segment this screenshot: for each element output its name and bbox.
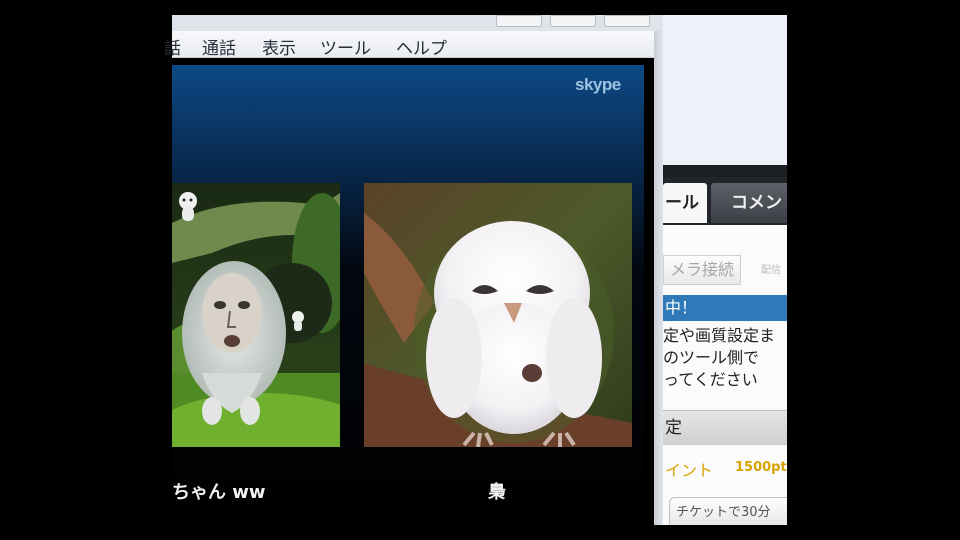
- menu-item-conversation[interactable]: 話: [164, 34, 181, 59]
- participant-name-right: 梟: [488, 482, 506, 503]
- status-bar: 中！: [663, 295, 787, 321]
- menu-bar: 話 通話 表示 ツール ヘルプ: [164, 31, 654, 59]
- screen-capture-frame: 話 通話 表示 ツール ヘルプ skype ちゃん ww 梟 ール コメン メラ…: [120, 15, 840, 525]
- title-bar-button[interactable]: [496, 15, 542, 27]
- notice-line: ってください: [663, 370, 758, 389]
- points-row: イント 1500pt: [663, 457, 787, 483]
- notice-line: のツール側で: [663, 348, 760, 367]
- settings-header: 定: [663, 410, 787, 445]
- step-camera-connect[interactable]: メラ接続: [663, 255, 742, 285]
- tool-panel: メラ接続 配信 中！ 定や画質設定ま のツール側で ってください 定 イント 1…: [663, 225, 787, 525]
- step-next[interactable]: 配信: [761, 261, 781, 276]
- ticket-button[interactable]: チケットで30分: [669, 497, 787, 525]
- menu-item-call[interactable]: 通話: [202, 34, 236, 59]
- menu-item-view[interactable]: 表示: [262, 34, 296, 59]
- tab-tool[interactable]: ール: [663, 183, 707, 223]
- points-value: 1500pt: [735, 460, 787, 475]
- side-panel-background: [663, 15, 787, 165]
- menu-item-tools[interactable]: ツール: [320, 34, 371, 59]
- skype-logo: skype: [575, 75, 621, 94]
- side-browser-panel: ール コメン メラ接続 配信 中！ 定や画質設定ま のツール側で ってください …: [663, 15, 787, 525]
- title-bar-button[interactable]: [550, 15, 596, 27]
- notice-text: 定や画質設定ま のツール側で ってください: [663, 325, 787, 391]
- title-bar-button[interactable]: [604, 15, 650, 27]
- participant-video-left[interactable]: [172, 183, 340, 447]
- white-owl-image: [364, 183, 632, 447]
- tab-bar: ール コメン: [663, 177, 787, 225]
- video-call-area: skype ちゃん ww 梟: [172, 65, 644, 525]
- participant-name-left: ちゃん ww: [172, 482, 266, 503]
- points-label: イント: [665, 461, 714, 480]
- participant-video-right[interactable]: [364, 183, 632, 447]
- forest-spirit-image: [172, 183, 340, 447]
- menu-item-help[interactable]: ヘルプ: [396, 34, 447, 59]
- notice-line: 定や画質設定ま: [663, 326, 776, 345]
- tab-comment[interactable]: コメン: [711, 183, 787, 223]
- divider: [663, 165, 787, 177]
